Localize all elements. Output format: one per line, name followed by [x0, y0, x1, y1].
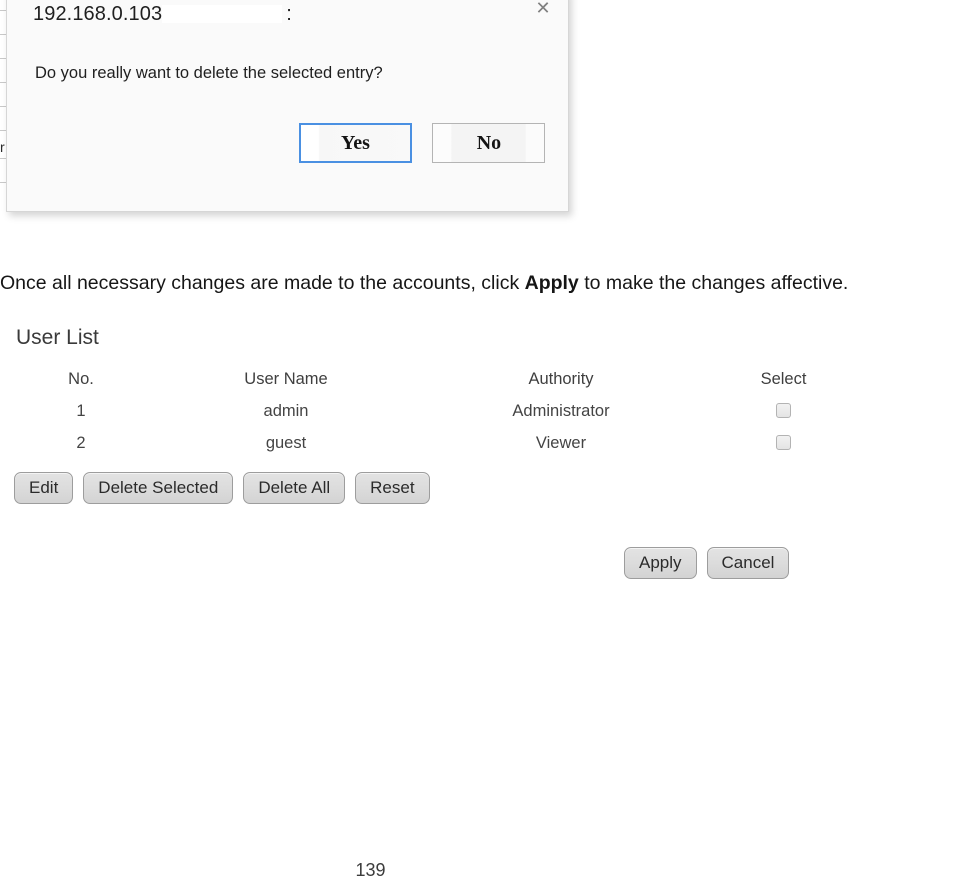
- user-table: No. User Name Authority Select 1 admin A…: [16, 363, 871, 459]
- dialog-title: 192.168.0.103:: [33, 2, 292, 26]
- close-icon[interactable]: ✕: [530, 0, 556, 20]
- cell-authority: Viewer: [535, 434, 587, 452]
- column-header-authority: Authority: [528, 370, 594, 388]
- select-checkbox[interactable]: [776, 435, 791, 450]
- dialog-title-host: 192.168.0.103: [33, 3, 163, 25]
- confirm-no-button[interactable]: No: [432, 123, 546, 163]
- select-checkbox[interactable]: [776, 403, 791, 418]
- list-action-buttons: Edit Delete Selected Delete All Reset: [14, 472, 440, 504]
- cell-authority: Administrator: [512, 402, 610, 420]
- table-row: 2 guest Viewer: [16, 427, 871, 459]
- cell-no: 1: [76, 402, 86, 420]
- dialog-title-separator: :: [286, 3, 292, 25]
- apply-button[interactable]: Apply: [624, 547, 697, 579]
- cell-user-name: guest: [265, 434, 307, 452]
- intro-paragraph: Once all necessary changes are made to t…: [0, 270, 971, 296]
- table-header-row: No. User Name Authority Select: [16, 363, 871, 395]
- column-header-user-name: User Name: [244, 370, 328, 388]
- delete-confirm-dialog: 192.168.0.103: ✕ Do you really want to d…: [6, 0, 569, 212]
- dialog-message: Do you really want to delete the selecte…: [35, 64, 383, 82]
- page-number: 139: [355, 860, 386, 880]
- column-header-no: No.: [68, 370, 94, 388]
- paragraph-emphasis-apply: Apply: [524, 272, 579, 294]
- cell-select: [696, 395, 871, 427]
- paragraph-text-before: Once all necessary changes are made to t…: [0, 272, 525, 294]
- column-header-select: Select: [760, 370, 807, 388]
- cell-no: 2: [76, 434, 86, 452]
- page-title: User List: [16, 326, 99, 349]
- cell-user-name: admin: [263, 402, 309, 420]
- delete-selected-button[interactable]: Delete Selected: [83, 472, 234, 504]
- table-row: 1 admin Administrator: [16, 395, 871, 427]
- delete-all-button[interactable]: Delete All: [243, 472, 346, 504]
- dialog-title-redaction: [162, 5, 283, 23]
- background-partial-glyph: r: [0, 139, 5, 155]
- reset-button[interactable]: Reset: [355, 472, 430, 504]
- paragraph-text-after: to make the changes affective.: [578, 272, 849, 294]
- dialog-button-row: Yes No: [299, 123, 546, 163]
- form-action-buttons: Apply Cancel: [624, 547, 799, 579]
- dialog-titlebar: 192.168.0.103: ✕: [7, 0, 568, 34]
- cancel-button[interactable]: Cancel: [706, 547, 790, 579]
- confirm-yes-button[interactable]: Yes: [299, 123, 412, 163]
- edit-button[interactable]: Edit: [14, 472, 74, 504]
- cell-select: [696, 427, 871, 459]
